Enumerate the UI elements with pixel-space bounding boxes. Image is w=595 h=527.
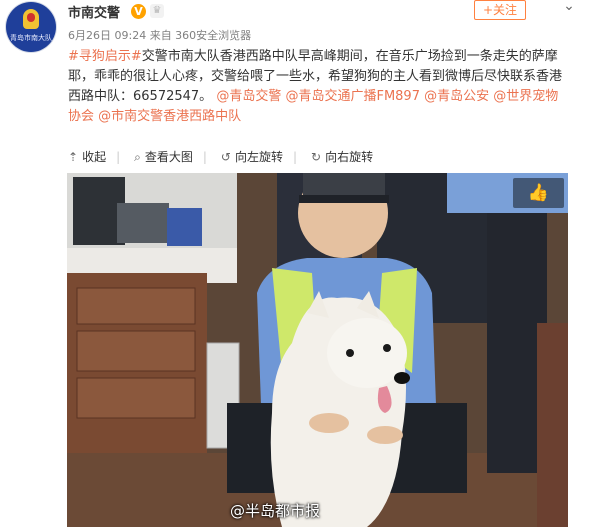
mention-link[interactable]: @青岛交通广播FM897 bbox=[285, 89, 420, 104]
like-icon[interactable]: 👍 bbox=[513, 178, 564, 208]
avatar[interactable]: 青岛市南大队 bbox=[6, 2, 56, 52]
rotate-left-icon: ↺ bbox=[220, 150, 231, 164]
crown-icon: ♛ bbox=[150, 4, 164, 18]
rotate-left-button[interactable]: ↺ 向左旋转 | bbox=[221, 148, 297, 165]
source-watermark: @半岛都市报 bbox=[230, 502, 321, 520]
zoom-icon: ⌕ bbox=[134, 150, 141, 164]
follow-button[interactable]: +关注 bbox=[474, 0, 526, 20]
collapse-label: 收起 bbox=[82, 150, 107, 164]
more-menu-button[interactable]: ⌄ bbox=[558, 0, 580, 16]
image-toolbar: ⇡ 收起 | ⌕ 查看大图 | ↺ 向左旋转 | ↻ 向右旋转 bbox=[68, 148, 387, 165]
photo-illustration bbox=[67, 173, 568, 527]
topic-link[interactable]: #寻狗启示# bbox=[68, 49, 142, 64]
collapse-icon: ⇡ bbox=[68, 150, 79, 164]
rotate-right-label: 向右旋转 bbox=[325, 150, 374, 164]
rotate-right-button[interactable]: ↻ 向右旋转 bbox=[311, 148, 373, 165]
view-large-button[interactable]: ⌕ 查看大图 | bbox=[134, 148, 207, 165]
verified-icon: V bbox=[131, 4, 146, 19]
mention-link[interactable]: @市南交警香港西路中队 bbox=[98, 109, 241, 124]
police-badge-icon bbox=[23, 9, 39, 29]
post-meta: 6月26日 09:24 来自 360安全浏览器 bbox=[68, 29, 252, 42]
mention-link[interactable]: @青岛公安 bbox=[424, 89, 489, 104]
post-text: #寻狗启示#交警市南大队香港西路中队早高峰期间，在音乐广场捡到一条走失的萨摩耶，… bbox=[68, 47, 568, 127]
rotate-right-icon: ↻ bbox=[311, 150, 322, 164]
mention-link[interactable]: @青岛交警 bbox=[216, 89, 281, 104]
collapse-button[interactable]: ⇡ 收起 | bbox=[68, 148, 120, 165]
view-large-label: 查看大图 bbox=[144, 150, 193, 164]
post-photo[interactable] bbox=[67, 173, 568, 527]
account-name[interactable]: 市南交警 bbox=[68, 2, 120, 21]
rotate-left-label: 向左旋转 bbox=[234, 150, 283, 164]
avatar-text: 青岛市南大队 bbox=[10, 34, 52, 42]
